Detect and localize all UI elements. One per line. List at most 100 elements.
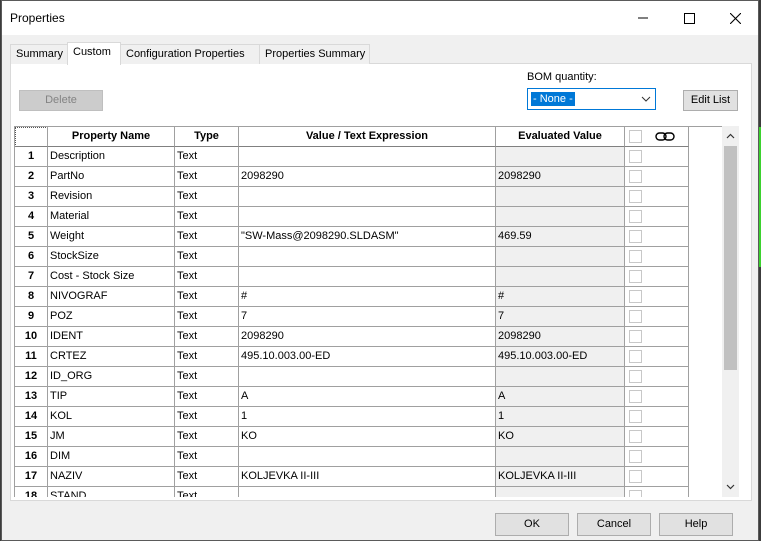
- value-cell[interactable]: "SW-Mass@2098290.SLDASM": [239, 227, 496, 247]
- type-cell[interactable]: Text: [175, 427, 239, 447]
- property-name-cell[interactable]: Cost - Stock Size: [48, 267, 175, 287]
- link-checkbox[interactable]: [629, 170, 642, 183]
- value-cell[interactable]: 495.10.003.00-ED: [239, 347, 496, 367]
- scroll-up-icon[interactable]: [726, 132, 735, 141]
- value-cell[interactable]: KO: [239, 427, 496, 447]
- cancel-button[interactable]: Cancel: [577, 513, 651, 536]
- link-checkbox[interactable]: [629, 470, 642, 483]
- property-name-cell[interactable]: Material: [48, 207, 175, 227]
- value-cell[interactable]: [239, 147, 496, 167]
- value-cell[interactable]: [239, 447, 496, 467]
- property-name-cell[interactable]: Weight: [48, 227, 175, 247]
- value-cell[interactable]: [239, 367, 496, 387]
- property-name-cell[interactable]: IDENT: [48, 327, 175, 347]
- tab-properties-summary[interactable]: Properties Summary: [259, 44, 370, 64]
- property-name-cell[interactable]: DIM: [48, 447, 175, 467]
- row-number[interactable]: 15: [15, 427, 48, 447]
- table-row[interactable]: 17 NAZIV Text KOLJEVKA II-III KOLJEVKA II-II…: [15, 467, 689, 487]
- table-row[interactable]: 3 Revision Text: [15, 187, 689, 207]
- link-all-checkbox[interactable]: [629, 130, 642, 143]
- table-row[interactable]: 2 PartNo Text 2098290 2098290: [15, 167, 689, 187]
- type-cell[interactable]: Text: [175, 387, 239, 407]
- property-name-cell[interactable]: POZ: [48, 307, 175, 327]
- col-header-property-name[interactable]: Property Name: [48, 127, 175, 147]
- link-checkbox[interactable]: [629, 430, 642, 443]
- tab-configuration-properties[interactable]: Configuration Properties: [120, 44, 260, 64]
- table-row[interactable]: 12 ID_ORG Text: [15, 367, 689, 387]
- table-row[interactable]: 4 Material Text: [15, 207, 689, 227]
- property-name-cell[interactable]: CRTEZ: [48, 347, 175, 367]
- type-cell[interactable]: Text: [175, 327, 239, 347]
- link-checkbox[interactable]: [629, 250, 642, 263]
- value-cell[interactable]: [239, 267, 496, 287]
- type-cell[interactable]: Text: [175, 367, 239, 387]
- row-number[interactable]: 4: [15, 207, 48, 227]
- property-name-cell[interactable]: STAND: [48, 487, 175, 497]
- select-all-corner[interactable]: [15, 127, 48, 147]
- value-cell[interactable]: [239, 187, 496, 207]
- link-checkbox[interactable]: [629, 450, 642, 463]
- property-name-cell[interactable]: JM: [48, 427, 175, 447]
- ok-button[interactable]: OK: [495, 513, 569, 536]
- link-checkbox[interactable]: [629, 490, 642, 497]
- table-row[interactable]: 16 DIM Text: [15, 447, 689, 467]
- vertical-scrollbar[interactable]: [722, 126, 739, 497]
- value-cell[interactable]: A: [239, 387, 496, 407]
- value-cell[interactable]: #: [239, 287, 496, 307]
- type-cell[interactable]: Text: [175, 247, 239, 267]
- link-checkbox[interactable]: [629, 390, 642, 403]
- link-checkbox[interactable]: [629, 230, 642, 243]
- col-header-value[interactable]: Value / Text Expression: [239, 127, 496, 147]
- type-cell[interactable]: Text: [175, 467, 239, 487]
- link-checkbox[interactable]: [629, 150, 642, 163]
- property-name-cell[interactable]: ID_ORG: [48, 367, 175, 387]
- table-row[interactable]: 18 STAND Text: [15, 487, 689, 497]
- table-row[interactable]: 14 KOL Text 1 1: [15, 407, 689, 427]
- link-checkbox[interactable]: [629, 410, 642, 423]
- type-cell[interactable]: Text: [175, 447, 239, 467]
- row-number[interactable]: 12: [15, 367, 48, 387]
- property-name-cell[interactable]: NIVOGRAF: [48, 287, 175, 307]
- help-button[interactable]: Help: [659, 513, 733, 536]
- link-checkbox[interactable]: [629, 330, 642, 343]
- row-number[interactable]: 16: [15, 447, 48, 467]
- link-checkbox[interactable]: [629, 190, 642, 203]
- bom-quantity-select[interactable]: - None -: [527, 88, 656, 110]
- type-cell[interactable]: Text: [175, 227, 239, 247]
- type-cell[interactable]: Text: [175, 347, 239, 367]
- type-cell[interactable]: Text: [175, 407, 239, 427]
- scrollbar-thumb[interactable]: [724, 146, 737, 370]
- table-row[interactable]: 5 Weight Text "SW-Mass@2098290.SLDASM" 469.5…: [15, 227, 689, 247]
- property-name-cell[interactable]: TIP: [48, 387, 175, 407]
- value-cell[interactable]: 1: [239, 407, 496, 427]
- table-row[interactable]: 6 StockSize Text: [15, 247, 689, 267]
- property-name-cell[interactable]: NAZIV: [48, 467, 175, 487]
- type-cell[interactable]: Text: [175, 307, 239, 327]
- tab-summary[interactable]: Summary: [10, 44, 68, 64]
- link-checkbox[interactable]: [629, 210, 642, 223]
- delete-button[interactable]: Delete: [19, 90, 103, 111]
- type-cell[interactable]: Text: [175, 487, 239, 497]
- minimize-button[interactable]: [620, 1, 666, 35]
- value-cell[interactable]: [239, 207, 496, 227]
- col-header-type[interactable]: Type: [175, 127, 239, 147]
- col-header-evaluated-value[interactable]: Evaluated Value: [496, 127, 625, 147]
- table-row[interactable]: 9 POZ Text 7 7: [15, 307, 689, 327]
- type-cell[interactable]: Text: [175, 167, 239, 187]
- type-cell[interactable]: Text: [175, 187, 239, 207]
- row-number[interactable]: 6: [15, 247, 48, 267]
- property-name-cell[interactable]: PartNo: [48, 167, 175, 187]
- row-number[interactable]: 10: [15, 327, 48, 347]
- link-checkbox[interactable]: [629, 270, 642, 283]
- link-checkbox[interactable]: [629, 310, 642, 323]
- row-number[interactable]: 13: [15, 387, 48, 407]
- row-number[interactable]: 3: [15, 187, 48, 207]
- type-cell[interactable]: Text: [175, 267, 239, 287]
- row-number[interactable]: 2: [15, 167, 48, 187]
- type-cell[interactable]: Text: [175, 287, 239, 307]
- table-row[interactable]: 8 NIVOGRAF Text # #: [15, 287, 689, 307]
- value-cell[interactable]: 2098290: [239, 167, 496, 187]
- link-checkbox[interactable]: [629, 370, 642, 383]
- row-number[interactable]: 1: [15, 147, 48, 167]
- row-number[interactable]: 11: [15, 347, 48, 367]
